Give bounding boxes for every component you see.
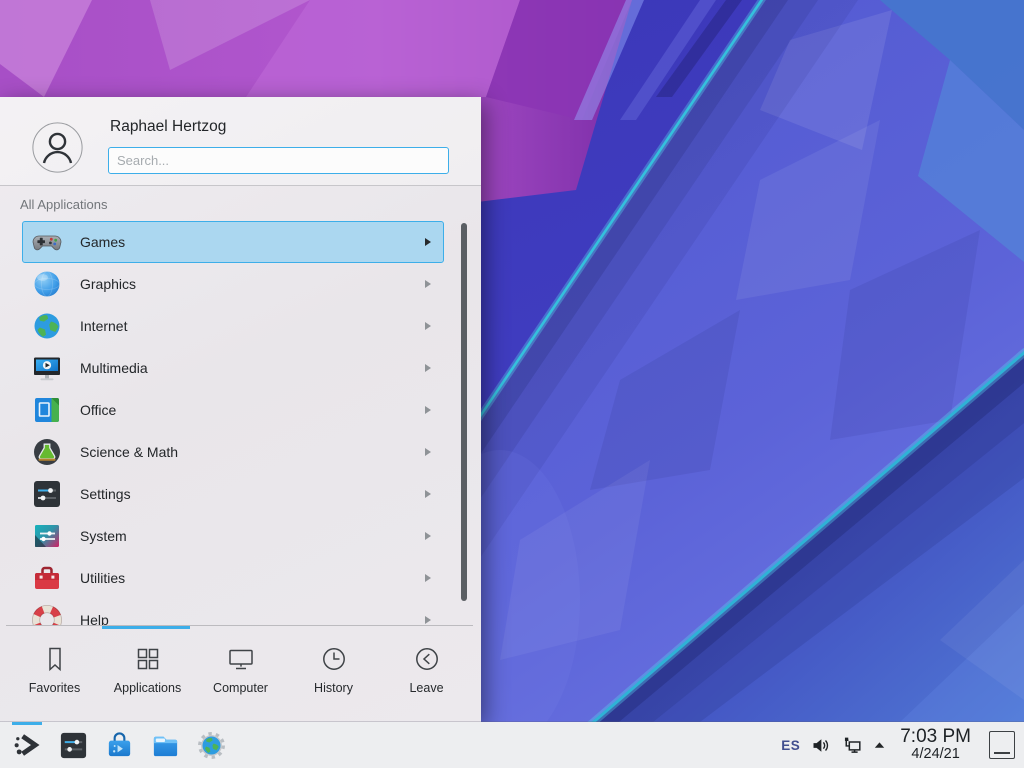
tray-volume[interactable]: [810, 735, 831, 756]
science-icon: [31, 436, 63, 468]
launcher-header: Raphael Hertzog: [0, 97, 481, 186]
taskbar: ES 7:03 PM 4/24/21: [0, 722, 1024, 768]
office-icon: [31, 394, 63, 426]
discover-icon: [104, 730, 135, 761]
category-games[interactable]: Games: [22, 221, 444, 263]
applications-icon: [133, 644, 163, 674]
system-tray: ES 7:03 PM 4/24/21: [781, 722, 1024, 768]
leave-icon: [412, 644, 442, 674]
clock[interactable]: 7:03 PM 4/24/21: [900, 727, 971, 763]
category-label: Office: [80, 402, 116, 418]
games-icon: [31, 226, 63, 258]
submenu-arrow-icon: [425, 406, 431, 414]
folder-icon: [150, 730, 181, 761]
taskbar-app-launcher[interactable]: [4, 722, 50, 768]
category-utilities[interactable]: Utilities: [22, 557, 444, 599]
category-label: Help: [80, 612, 109, 625]
category-system[interactable]: System: [22, 515, 444, 557]
category-label: Internet: [80, 318, 127, 334]
tab-label: Leave: [409, 681, 443, 695]
taskbar-web-browser[interactable]: [188, 722, 234, 768]
utilities-icon: [31, 562, 63, 594]
active-tab-indicator: [102, 626, 190, 629]
show-desktop-button[interactable]: [989, 731, 1015, 759]
category-internet[interactable]: Internet: [22, 305, 444, 347]
multimedia-icon: [31, 352, 63, 384]
active-task-indicator: [12, 722, 42, 725]
scrollbar[interactable]: [461, 223, 467, 601]
submenu-arrow-icon: [425, 532, 431, 540]
keyboard-layout-indicator[interactable]: ES: [781, 738, 800, 753]
clock-date: 4/24/21: [900, 747, 971, 763]
tab-history[interactable]: History: [287, 633, 380, 719]
submenu-arrow-icon: [425, 448, 431, 456]
globe-gear-icon: [196, 730, 227, 761]
section-label: All Applications: [20, 197, 107, 212]
category-label: Graphics: [80, 276, 136, 292]
tab-applications[interactable]: Applications: [101, 633, 194, 719]
desktop: Raphael Hertzog All Applications Games Gr…: [0, 0, 1024, 768]
submenu-arrow-icon: [425, 616, 431, 624]
submenu-arrow-icon: [425, 280, 431, 288]
category-label: Multimedia: [80, 360, 148, 376]
network-icon: [841, 735, 862, 756]
launcher-tab-bar: Favorites Applications Computer History Leav…: [8, 633, 473, 719]
taskbar-file-manager[interactable]: [142, 722, 188, 768]
separator: [6, 625, 473, 626]
taskbar-system-settings[interactable]: [50, 722, 96, 768]
category-label: Science & Math: [80, 444, 178, 460]
tray-icons: [810, 735, 887, 756]
tab-label: History: [314, 681, 353, 695]
category-graphics[interactable]: Graphics: [22, 263, 444, 305]
help-icon: [31, 604, 63, 625]
submenu-arrow-icon: [425, 490, 431, 498]
category-list: Games Graphics Internet Multimedia Office Sci…: [0, 221, 481, 625]
kickoff-icon: [12, 730, 43, 761]
tray-network[interactable]: [841, 735, 862, 756]
tab-label: Applications: [114, 681, 181, 695]
application-launcher-popup: Raphael Hertzog All Applications Games Gr…: [0, 97, 481, 722]
internet-icon: [31, 310, 63, 342]
avatar[interactable]: [32, 122, 83, 173]
category-multimedia[interactable]: Multimedia: [22, 347, 444, 389]
submenu-arrow-icon: [425, 322, 431, 330]
category-science-math[interactable]: Science & Math: [22, 431, 444, 473]
category-help[interactable]: Help: [22, 599, 444, 625]
tab-label: Favorites: [29, 681, 80, 695]
computer-icon: [226, 644, 256, 674]
favorites-icon: [40, 644, 70, 674]
tab-favorites[interactable]: Favorites: [8, 633, 101, 719]
category-office[interactable]: Office: [22, 389, 444, 431]
tab-label: Computer: [213, 681, 268, 695]
category-label: System: [80, 528, 127, 544]
tab-computer[interactable]: Computer: [194, 633, 287, 719]
volume-icon: [810, 735, 831, 756]
user-name: Raphael Hertzog: [110, 118, 226, 136]
system-icon: [31, 520, 63, 552]
category-settings[interactable]: Settings: [22, 473, 444, 515]
tray-expand-tray[interactable]: [872, 738, 887, 753]
taskbar-discover[interactable]: [96, 722, 142, 768]
submenu-arrow-icon: [425, 238, 431, 246]
submenu-arrow-icon: [425, 364, 431, 372]
category-label: Games: [80, 234, 125, 250]
taskbar-pinned-apps: [0, 722, 234, 768]
systemsettings-icon: [58, 730, 89, 761]
category-label: Utilities: [80, 570, 125, 586]
search-input[interactable]: [108, 147, 449, 174]
settings-icon: [31, 478, 63, 510]
user-icon: [32, 122, 83, 173]
tab-leave[interactable]: Leave: [380, 633, 473, 719]
submenu-arrow-icon: [425, 574, 431, 582]
graphics-icon: [31, 268, 63, 300]
expand-tray-icon: [872, 738, 887, 753]
history-icon: [319, 644, 349, 674]
category-label: Settings: [80, 486, 131, 502]
clock-time: 7:03 PM: [900, 727, 971, 748]
